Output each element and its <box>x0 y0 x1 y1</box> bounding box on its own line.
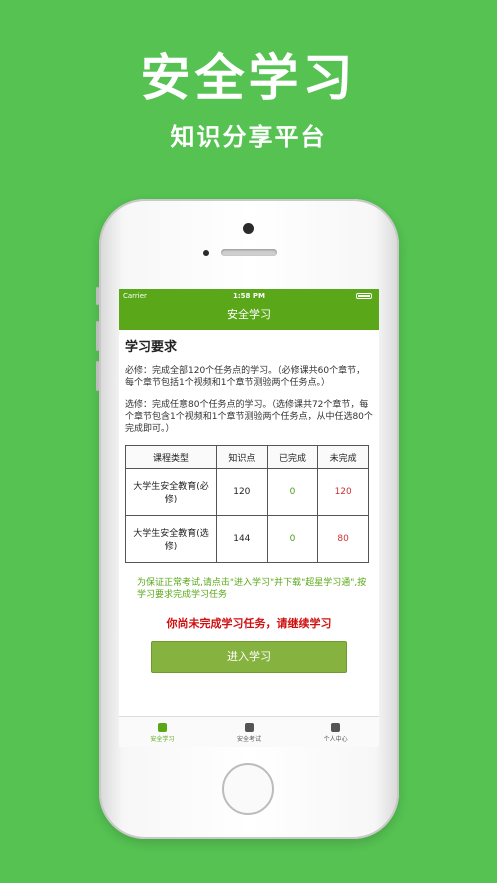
col-header-points: 知识点 <box>216 445 268 469</box>
table-row: 大学生安全教育(必修) 120 0 120 <box>125 468 369 516</box>
sensor-icon <box>203 250 209 256</box>
nav-title: 安全学习 <box>227 308 271 321</box>
table-header-row: 课程类型 知识点 已完成 未完成 <box>125 445 369 469</box>
instruction-note: 为保证正常考试,请点击"进入学习"并下载"超星学习通",按学习要求完成学习任务 <box>137 578 367 600</box>
points-cell: 120 <box>216 468 268 516</box>
course-type-cell: 大学生安全教育(选修) <box>125 515 217 563</box>
phone-screen: Carrier 1:58 PM 安全学习 学习要求 必修：完成全部120个任务点… <box>119 289 379 747</box>
tab-profile[interactable]: 个人中心 <box>292 717 379 747</box>
tab-label: 安全学习 <box>150 736 175 743</box>
hero-subtitle: 知识分享平台 <box>170 123 327 151</box>
done-cell: 0 <box>266 515 319 563</box>
todo-cell: 80 <box>317 515 369 563</box>
points-cell: 144 <box>216 515 268 563</box>
tab-safety-exam[interactable]: 安全考试 <box>206 717 293 747</box>
person-icon <box>331 723 341 732</box>
elective-text: 选修：完成任意80个任务点的学习。（选修课共72个章节，每个章节包含1个视频和1… <box>125 400 373 434</box>
checklist-icon <box>244 723 254 732</box>
mute-switch <box>96 287 99 305</box>
battery-icon <box>356 293 372 299</box>
main-content: 学习要求 必修：完成全部120个任务点的学习。（必修课共60个章节，每个章节包括… <box>119 336 379 673</box>
table-row: 大学生安全教育(选修) 144 0 80 <box>125 515 369 563</box>
status-time: 1:58 PM <box>233 292 265 300</box>
tab-safety-study[interactable]: 安全学习 <box>119 717 206 747</box>
col-header-type: 课程类型 <box>125 445 217 469</box>
course-type-cell: 大学生安全教育(必修) <box>125 468 217 516</box>
volume-up-button <box>96 321 99 351</box>
clipboard-icon <box>157 723 167 732</box>
home-button[interactable] <box>222 763 274 815</box>
section-title: 学习要求 <box>125 340 178 355</box>
status-bar: Carrier 1:58 PM <box>119 289 379 303</box>
done-cell: 0 <box>266 468 319 516</box>
todo-cell: 120 <box>317 468 369 516</box>
nav-bar: 安全学习 <box>119 303 379 330</box>
enter-study-button[interactable]: 进入学习 <box>151 641 347 673</box>
tab-label: 个人中心 <box>323 736 348 743</box>
tab-label: 安全考试 <box>237 736 262 743</box>
col-header-done: 已完成 <box>266 445 319 469</box>
camera-icon <box>243 223 254 234</box>
course-table: 课程类型 知识点 已完成 未完成 大学生安全教育(必修) 120 0 120 大… <box>125 445 369 563</box>
hero-title: 安全学习 <box>140 49 357 107</box>
speaker-grille <box>221 249 277 256</box>
warning-message: 你尚未完成学习任务，请继续学习 <box>166 617 332 630</box>
tab-bar: 安全学习 安全考试 个人中心 <box>119 716 379 747</box>
required-text: 必修：完成全部120个任务点的学习。（必修课共60个章节，每个章节包括1个视频和… <box>125 366 366 388</box>
phone-frame: Carrier 1:58 PM 安全学习 学习要求 必修：完成全部120个任务点… <box>96 199 399 839</box>
volume-down-button <box>96 361 99 391</box>
col-header-todo: 未完成 <box>317 445 369 469</box>
